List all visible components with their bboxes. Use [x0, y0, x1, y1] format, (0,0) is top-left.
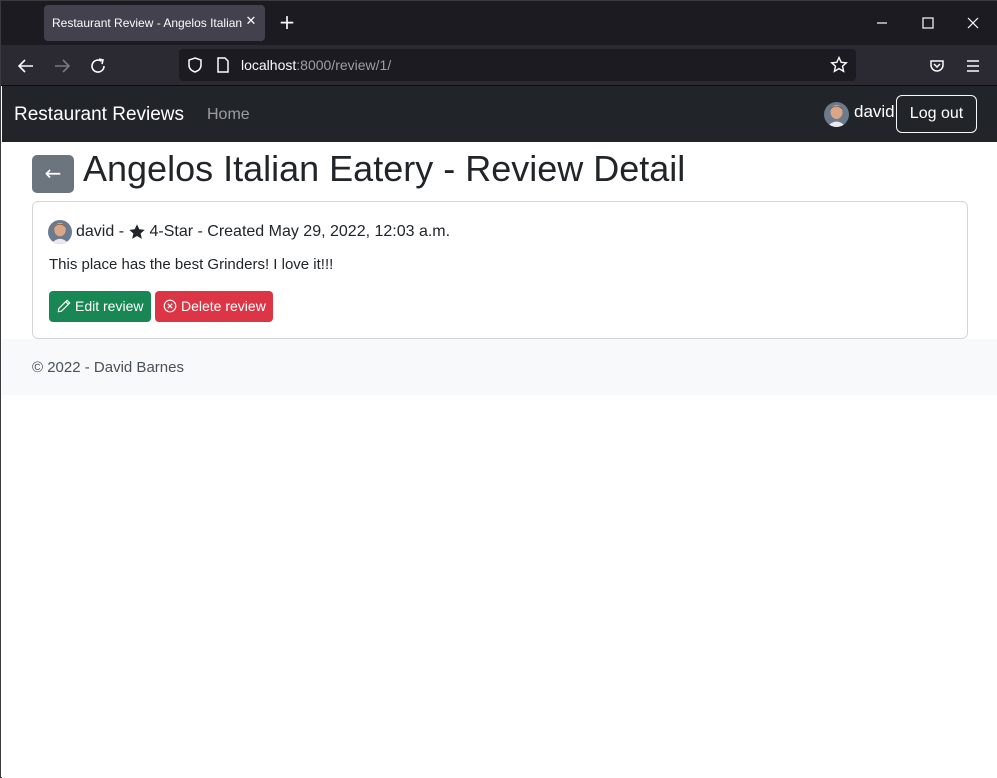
browser-tab[interactable]: Restaurant Review - Angelos Italian Eate… — [44, 5, 265, 41]
review-author-avatar — [48, 220, 72, 244]
delete-review-label: Delete review — [181, 298, 266, 314]
review-text: This place has the best Grinders! I love… — [49, 256, 334, 273]
minimize-icon[interactable] — [868, 9, 896, 37]
review-author: david — [76, 223, 115, 240]
edit-review-button[interactable]: Edit review — [49, 291, 151, 322]
tab-strip: Restaurant Review - Angelos Italian Eate… — [1, 1, 997, 45]
shield-icon[interactable] — [185, 55, 205, 75]
page-title: Angelos Italian Eatery - Review Detail — [83, 148, 686, 189]
page-icon[interactable] — [213, 55, 233, 75]
page-content: Restaurant Reviews Home david Log out ← … — [2, 86, 997, 778]
meta-separator: - — [114, 223, 129, 240]
nav-home-link[interactable]: Home — [207, 106, 250, 124]
edit-review-label: Edit review — [75, 298, 144, 314]
url-text[interactable]: localhost:8000/review/1/ — [241, 57, 391, 73]
review-meta: david - 4-Star - Created May 29, 2022, 1… — [48, 220, 450, 244]
site-navbar: Restaurant Reviews Home david Log out — [2, 86, 997, 142]
back-button[interactable]: ← — [32, 155, 74, 193]
new-tab-icon[interactable]: + — [275, 11, 299, 35]
x-circle-icon — [163, 299, 177, 313]
url-host: localhost — [241, 57, 297, 73]
brand-link[interactable]: Restaurant Reviews — [14, 104, 184, 126]
delete-review-button[interactable]: Delete review — [155, 291, 273, 322]
forward-icon[interactable] — [49, 53, 75, 79]
url-bar[interactable]: localhost:8000/review/1/ — [179, 49, 856, 81]
url-path: :8000/review/1/ — [296, 57, 392, 73]
reload-icon[interactable] — [85, 53, 111, 79]
review-created: - Created May 29, 2022, 12:03 a.m. — [193, 223, 451, 240]
footer-copyright: © 2022 - David Barnes — [32, 359, 184, 376]
pencil-icon — [57, 299, 71, 313]
nav-username: david — [854, 102, 895, 121]
browser-window: Restaurant Review - Angelos Italian Eate… — [0, 0, 997, 778]
maximize-icon[interactable] — [914, 9, 942, 37]
back-icon[interactable] — [13, 53, 39, 79]
logout-button[interactable]: Log out — [896, 95, 977, 133]
tab-title: Restaurant Review - Angelos Italian Eate… — [52, 16, 244, 30]
pocket-icon[interactable] — [924, 53, 950, 79]
review-rating: 4-Star — [149, 223, 194, 240]
tab-close-icon[interactable]: ✕ — [242, 13, 260, 31]
browser-toolbar: localhost:8000/review/1/ — [1, 45, 997, 86]
bookmark-star-icon[interactable] — [829, 55, 849, 75]
menu-icon[interactable] — [960, 53, 986, 79]
close-icon[interactable] — [959, 9, 987, 37]
star-icon — [129, 224, 146, 239]
avatar — [824, 102, 849, 127]
footer: © 2022 - David Barnes — [2, 339, 997, 395]
